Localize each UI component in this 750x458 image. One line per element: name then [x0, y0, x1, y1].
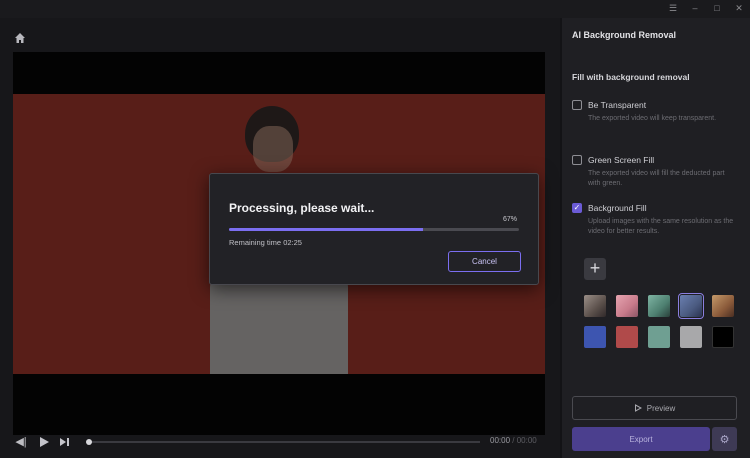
color-swatch-gray[interactable] — [680, 326, 702, 348]
cancel-button[interactable]: Cancel — [448, 251, 521, 272]
play-outline-icon — [634, 404, 642, 412]
menu-icon[interactable]: ☰ — [668, 2, 678, 14]
green-screen-fill-checkbox[interactable] — [572, 155, 582, 165]
option-label: Green Screen Fill — [588, 155, 655, 165]
close-icon[interactable]: ✕ — [734, 2, 744, 14]
option-label: Background Fill — [588, 203, 647, 213]
export-settings-button[interactable]: ⚙ — [712, 427, 737, 451]
color-swatch-black[interactable] — [712, 326, 734, 348]
option-description: The exported video will fill the deducte… — [588, 170, 725, 187]
app-window: ☰ – □ ✕ ◀︎| 00:00 / 00:00 AI Background … — [0, 0, 750, 458]
image-swatch[interactable] — [584, 295, 606, 317]
title-bar: ☰ – □ ✕ — [0, 0, 750, 18]
option-green-screen-fill[interactable]: Green Screen Fill The exported video wil… — [572, 155, 742, 188]
option-label: Be Transparent — [588, 100, 647, 110]
play-icon[interactable] — [37, 435, 51, 449]
window-controls: ☰ – □ ✕ — [668, 2, 744, 14]
color-swatch-row — [584, 326, 734, 348]
total-time: 00:00 — [516, 436, 537, 445]
progress-fill — [229, 228, 424, 231]
export-button[interactable]: Export — [572, 427, 710, 451]
time-separator: / — [512, 436, 515, 445]
image-swatch-row — [584, 293, 734, 319]
option-description: Upload images with the same resolution a… — [588, 218, 734, 235]
gear-icon: ⚙ — [719, 433, 730, 446]
option-description: The exported video will keep transparent… — [588, 115, 717, 122]
maximize-icon[interactable]: □ — [712, 2, 722, 14]
color-swatch-teal[interactable] — [648, 326, 670, 348]
previous-frame-icon[interactable]: ◀︎| — [14, 435, 28, 449]
section-title: Fill with background removal — [572, 72, 690, 82]
remaining-time: Remaining time 02:25 — [229, 238, 302, 247]
panel-title: AI Background Removal — [572, 30, 677, 40]
processing-dialog: Processing, please wait... 67% Remaining… — [209, 173, 539, 285]
playhead-knob[interactable] — [86, 439, 92, 445]
timecode: 00:00 / 00:00 — [490, 436, 537, 445]
option-background-fill[interactable]: ✓ Background Fill Upload images with the… — [572, 203, 742, 236]
progress-percent: 67% — [502, 216, 517, 223]
next-frame-icon[interactable] — [58, 435, 72, 449]
remaining-value: 02:25 — [283, 238, 302, 247]
image-swatch-selected[interactable] — [678, 293, 704, 319]
image-swatch[interactable] — [712, 295, 734, 317]
add-image-button[interactable]: + — [584, 258, 606, 280]
image-swatch[interactable] — [648, 295, 670, 317]
timeline-track[interactable] — [86, 439, 480, 445]
export-label: Export — [629, 434, 653, 444]
minimize-icon[interactable]: – — [690, 2, 700, 14]
dialog-title: Processing, please wait... — [229, 201, 375, 215]
color-swatch-red[interactable] — [616, 326, 638, 348]
settings-panel: AI Background Removal Fill with backgrou… — [562, 18, 750, 458]
option-be-transparent[interactable]: Be Transparent The exported video will k… — [572, 100, 742, 124]
progress-bar — [229, 228, 519, 231]
remaining-label: Remaining time — [229, 238, 282, 247]
background-fill-checkbox[interactable]: ✓ — [572, 203, 582, 213]
home-icon[interactable] — [14, 32, 26, 44]
playback-controls: ◀︎| 00:00 / 00:00 — [0, 430, 560, 458]
color-swatch-blue[interactable] — [584, 326, 606, 348]
preview-button[interactable]: Preview — [572, 396, 737, 420]
current-time: 00:00 — [490, 436, 511, 445]
preview-label: Preview — [646, 403, 676, 413]
image-swatch[interactable] — [616, 295, 638, 317]
be-transparent-checkbox[interactable] — [572, 100, 582, 110]
